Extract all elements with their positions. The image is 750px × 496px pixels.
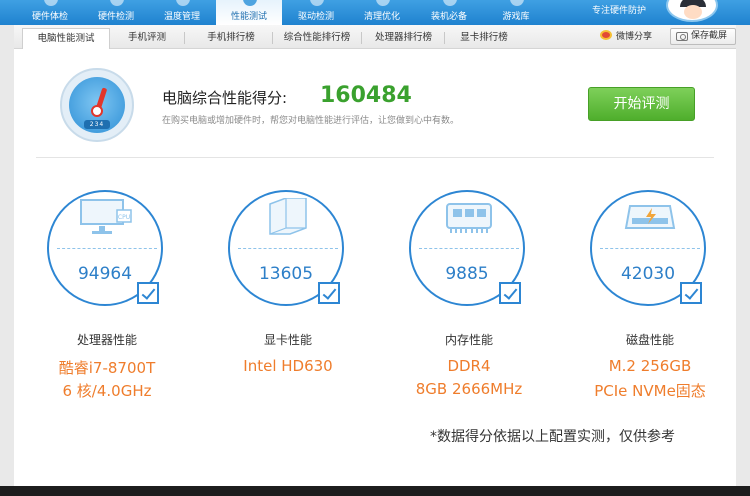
dashed-divider bbox=[419, 248, 519, 249]
tab-separator bbox=[272, 32, 273, 44]
nav-driver-detect[interactable]: 驱动检测 bbox=[283, 0, 349, 25]
top-navigation: 硬件体检 硬件检测 温度管理 性能测试 驱动检测 清理优化 装机必备 游戏库 专… bbox=[0, 0, 750, 25]
disk-capacity: M.2 256GB bbox=[608, 357, 692, 375]
nav-label: 硬件体检 bbox=[31, 12, 68, 22]
speedometer-icon bbox=[243, 0, 257, 6]
nav-label: 装机必备 bbox=[430, 12, 467, 22]
tab-separator bbox=[184, 32, 185, 44]
dashed-divider bbox=[57, 248, 157, 249]
start-test-button[interactable]: 开始评测 bbox=[588, 87, 695, 121]
overall-score-value: 160484 bbox=[320, 83, 412, 108]
sub-tab-bar: 电脑性能测试 手机评测 手机排行榜 综合性能排行榜 处理器排行榜 显卡排行榜 微… bbox=[14, 25, 736, 49]
thermometer-icon bbox=[176, 0, 190, 6]
cpu-title: 处理器性能 bbox=[76, 333, 137, 347]
tab-separator bbox=[361, 32, 362, 44]
mascot-avatar-icon bbox=[666, 0, 718, 22]
tab-gpu-ranking[interactable]: 显卡排行榜 bbox=[448, 28, 520, 49]
nav-label: 硬件检测 bbox=[97, 12, 134, 22]
share-label: 微博分享 bbox=[616, 32, 653, 42]
checkbox-checked-icon bbox=[137, 282, 159, 304]
nav-label: 清理优化 bbox=[363, 12, 400, 22]
dashed-divider bbox=[238, 248, 338, 249]
disclaimer-footnote: *数据得分依据以上配置实测，仅供参考 bbox=[430, 429, 675, 445]
detect-icon bbox=[110, 0, 124, 6]
memory-score: 9885 bbox=[445, 264, 489, 284]
gauge-dial: 234 bbox=[69, 77, 125, 133]
disk-spec: PCIe NVMe固态 bbox=[594, 382, 706, 400]
bottom-bar bbox=[0, 486, 750, 496]
broom-icon bbox=[376, 0, 390, 6]
nav-game-library[interactable]: 游戏库 bbox=[483, 0, 549, 25]
disk-drive-icon bbox=[624, 205, 676, 229]
nav-hardware-detect[interactable]: 硬件检测 bbox=[83, 0, 149, 25]
checkbox-checked-icon bbox=[318, 282, 340, 304]
gpu-title: 显卡性能 bbox=[263, 333, 312, 347]
nav-temperature[interactable]: 温度管理 bbox=[149, 0, 215, 25]
brand-slogan: 专注硬件防护 bbox=[592, 6, 647, 16]
disk-title: 磁盘性能 bbox=[625, 333, 674, 347]
speedometer-icon: 234 bbox=[60, 68, 134, 142]
overall-score-label: 电脑综合性能得分: bbox=[162, 89, 288, 107]
section-divider bbox=[36, 157, 714, 158]
package-icon bbox=[443, 0, 457, 6]
checkup-icon bbox=[44, 0, 58, 6]
cpu-model: 酷睿i7-8700T bbox=[58, 359, 156, 377]
cpu-score: 94964 bbox=[77, 264, 133, 284]
tab-overall-ranking[interactable]: 综合性能排行榜 bbox=[276, 28, 358, 49]
camera-icon bbox=[676, 32, 688, 41]
disk-score: 42030 bbox=[620, 264, 676, 284]
weibo-icon bbox=[600, 30, 612, 40]
weibo-share-link[interactable]: 微博分享 bbox=[600, 30, 652, 44]
tab-phone-review[interactable]: 手机评测 bbox=[114, 28, 180, 49]
mascot-face bbox=[684, 5, 702, 19]
memory-spec: 8GB 2666MHz bbox=[415, 380, 523, 398]
memory-type: DDR4 bbox=[447, 357, 491, 375]
overall-score-hint: 在购买电脑或增加硬件时，帮您对电脑性能进行评估，让您做到心中有数。 bbox=[162, 116, 460, 126]
dashed-divider bbox=[600, 248, 700, 249]
monitor-cpu-icon: CPU bbox=[80, 199, 132, 234]
gpu-score: 13605 bbox=[258, 264, 314, 284]
tab-cpu-ranking[interactable]: 处理器排行榜 bbox=[366, 28, 441, 49]
nav-label: 性能测试 bbox=[230, 12, 267, 22]
tab-separator bbox=[444, 32, 445, 44]
checkbox-checked-icon bbox=[499, 282, 521, 304]
right-frame bbox=[736, 25, 750, 486]
save-screenshot-button[interactable]: 保存截屏 bbox=[670, 28, 736, 45]
tab-phone-ranking[interactable]: 手机排行榜 bbox=[192, 28, 270, 49]
cpu-spec: 6 核/4.0GHz bbox=[62, 382, 152, 400]
nav-label: 驱动检测 bbox=[297, 12, 334, 22]
nav-hardware-checkup[interactable]: 硬件体检 bbox=[17, 0, 83, 25]
checkbox-checked-icon bbox=[680, 282, 702, 304]
svg-text:CPU: CPU bbox=[118, 214, 130, 221]
driver-icon bbox=[310, 0, 324, 6]
tab-pc-performance-test[interactable]: 电脑性能测试 bbox=[22, 28, 110, 49]
left-frame bbox=[0, 25, 14, 486]
graphics-card-icon bbox=[269, 198, 307, 235]
nav-essentials[interactable]: 装机必备 bbox=[416, 0, 482, 25]
gauge-hub bbox=[91, 105, 103, 117]
nav-cleanup[interactable]: 清理优化 bbox=[349, 0, 415, 25]
nav-performance-test[interactable]: 性能测试 bbox=[216, 0, 282, 25]
gauge-counter: 234 bbox=[84, 120, 110, 129]
nav-label: 温度管理 bbox=[163, 12, 200, 22]
gpu-model: Intel HD630 bbox=[243, 357, 333, 375]
nav-label: 游戏库 bbox=[502, 12, 530, 22]
gamepad-icon bbox=[510, 0, 524, 6]
memory-title: 内存性能 bbox=[444, 333, 493, 347]
memory-chip-icon bbox=[446, 203, 492, 233]
save-label: 保存截屏 bbox=[691, 31, 728, 41]
